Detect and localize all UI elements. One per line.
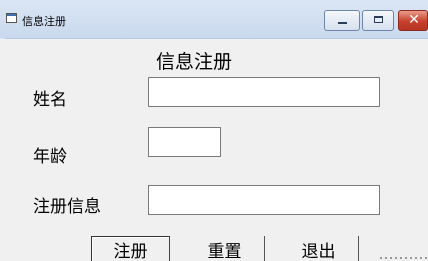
window-title: 信息注册: [22, 15, 66, 28]
title-bar[interactable]: 信息注册 ✕: [0, 0, 428, 39]
name-input[interactable]: [148, 77, 380, 107]
registration-info-input[interactable]: [148, 185, 380, 215]
app-window: 信息注册 ✕ 信息注册 姓名 年龄 注册信息 注册 重置 退出: [0, 0, 428, 261]
age-input[interactable]: [148, 127, 221, 157]
register-button[interactable]: 注册: [91, 236, 170, 261]
age-label: 年龄: [33, 147, 67, 167]
form-heading: 信息注册: [156, 51, 233, 73]
status-divider: [380, 257, 428, 259]
registration-info-label: 注册信息: [33, 197, 101, 217]
name-label: 姓名: [33, 90, 67, 110]
reset-button[interactable]: 重置: [185, 236, 265, 261]
close-icon: ✕: [408, 12, 420, 28]
minimize-icon: [338, 22, 347, 24]
app-form-icon[interactable]: [6, 13, 17, 23]
exit-button[interactable]: 退出: [279, 236, 359, 261]
minimize-button[interactable]: [324, 10, 360, 31]
close-button[interactable]: ✕: [398, 10, 428, 31]
maximize-button[interactable]: [362, 10, 394, 31]
maximize-icon: [374, 16, 383, 23]
